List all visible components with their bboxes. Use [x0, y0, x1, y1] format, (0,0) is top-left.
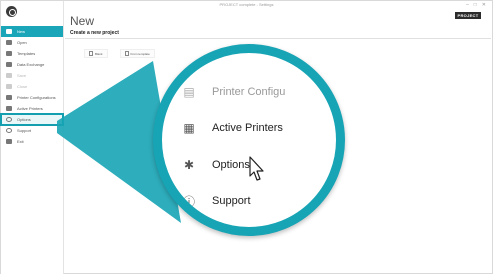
magnified-label: Printer Configu: [212, 86, 286, 98]
app-window: PROJECT complete - Settings – □ ✕ New Op…: [0, 0, 493, 274]
printer-icon: ▦: [183, 121, 195, 135]
magnified-item-support: ⓘ Support: [162, 189, 336, 213]
mouse-pointer-icon: [249, 156, 264, 181]
magnified-item-printer-configurations: ▤ Printer Configu: [162, 80, 336, 104]
zoom-magnifier: ▤ Printer Configu ▦ Active Printers ✱ Op…: [153, 44, 345, 236]
magnified-label: Options: [212, 159, 250, 171]
help-icon: ⓘ: [182, 194, 195, 209]
magnified-label: Active Printers: [212, 122, 283, 134]
printer-config-icon: ▤: [183, 85, 195, 99]
magnified-label: Support: [212, 195, 251, 207]
gear-icon: ✱: [183, 158, 195, 172]
magnified-item-active-printers: ▦ Active Printers: [162, 116, 336, 140]
